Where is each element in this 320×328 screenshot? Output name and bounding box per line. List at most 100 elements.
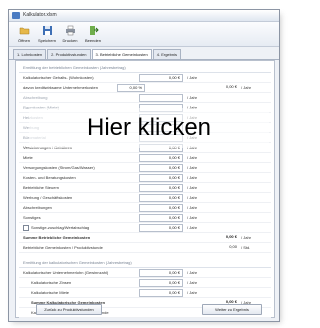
row-label-text: Betriebliche Steuern — [23, 185, 60, 190]
row-input-field[interactable]: 0,00 € — [139, 279, 183, 287]
window-title: Kalkulator.xlsm — [23, 12, 57, 18]
form-row: Abschreibungen 0,00 € / Jahr — [19, 203, 271, 213]
row-unit: / Jahr — [187, 270, 198, 275]
form-row: Kosten- und Beratungskosten 0,00 € / Jahr — [19, 173, 271, 183]
row-label: Abschreibung — [23, 94, 47, 101]
row-checkbox[interactable] — [23, 224, 29, 231]
row-value: 0,00 € — [225, 234, 237, 239]
row-unit: / Jahr — [187, 225, 198, 230]
row-label: Miete — [23, 154, 33, 161]
row-value: 0,00 — [229, 244, 237, 249]
folder-open-icon — [19, 27, 29, 35]
row-unit: / Jahr — [241, 85, 252, 90]
row-unit: / Jahr — [187, 155, 198, 160]
row-unit: / Std. — [241, 245, 251, 250]
row-unit: / Jahr — [241, 235, 252, 240]
row-label-text: Miete — [23, 155, 33, 160]
row-unit: / Jahr — [187, 195, 198, 200]
row-unit: / Jahr — [187, 95, 198, 100]
row-label: Betriebliche Gemeinkosten / Produktivstu… — [23, 244, 103, 251]
row-label-text: davon kreditwirksame Unternehmerkosten — [23, 85, 98, 90]
back-button[interactable]: Zurück zu Produktivstunden — [36, 304, 102, 315]
row-label-text: Sonstige-zuschlag/Wertabschlag — [31, 225, 90, 230]
form-row: Kalkulatorische Zinsen 0,00 € / Jahr — [19, 278, 271, 288]
row-label-text: Sonstiges — [23, 215, 41, 220]
row-percent-field[interactable]: 0,00 % — [117, 84, 145, 92]
row-input-field[interactable]: 0,00 € — [139, 289, 183, 297]
row-label: Abschreibungen — [23, 204, 52, 211]
form-row: Versorgungskosten (Strom/Gas/Wasser) 0,00… — [19, 163, 271, 173]
row-input-field[interactable]: 0,00 € — [139, 154, 183, 162]
tab-gemeinkosten[interactable]: 3. Betriebliche Gemeinkosten — [91, 49, 152, 59]
row-label-text: Kalkulatorische Miete — [31, 290, 70, 295]
row-label-text: Kalkulatorischer Unternehmerlohn (Gewinn… — [23, 270, 109, 275]
toolbar: Öffnen Speichern Drucken Beenden — [9, 22, 279, 47]
app-window: Kalkulator.xlsm Öffnen Speichern Drucken… — [8, 9, 280, 322]
next-button[interactable]: Weiter zu Ergebnis — [202, 304, 262, 315]
row-label: Kalkulatorischer Unternehmerlohn (Gewinn… — [23, 269, 108, 276]
row-label: Betriebliche Steuern — [23, 184, 59, 191]
tab-produktivstunden[interactable]: 2. Produktivstunden — [47, 49, 91, 59]
row-unit: / Jahr — [187, 280, 198, 285]
row-input-field[interactable]: 0,00 € — [139, 269, 183, 277]
row-label-text: Betriebliche Gemeinkosten / Produktivstu… — [23, 245, 103, 250]
row-unit: / Jahr — [187, 215, 198, 220]
form-row: Betriebliche Gemeinkosten / Produktivstu… — [19, 243, 271, 253]
exit-button-label: Beenden — [84, 38, 101, 43]
row-input-field[interactable] — [139, 94, 183, 102]
row-input-field[interactable]: 0,00 € — [139, 214, 183, 222]
exit-icon — [89, 26, 99, 35]
row-label-text: Kosten- und Beratungskosten — [23, 175, 76, 180]
form-row: Sonstiges 0,00 € / Jahr — [19, 213, 271, 223]
form-row: Werbung / Geschäftskosten 0,00 € / Jahr — [19, 193, 271, 203]
print-button[interactable]: Drucken — [59, 22, 81, 46]
row-label-text: Summe Betriebliche Gemeinkosten — [23, 235, 91, 240]
form-row: Sonstige-zuschlag/Wertabschlag 0,00 € / Ja… — [19, 223, 271, 233]
row-label-text: Versorgungskosten (Strom/Gas/Wasser) — [23, 165, 95, 170]
row-label: Versorgungskosten (Strom/Gas/Wasser) — [23, 164, 95, 171]
tab-bar: 1. Lohnkosten 2. Produktivstunden 3. Bet… — [9, 49, 279, 60]
section-betriebliche-rows: Kalkulatorischer Gehalts- (Wohnkosten) 0,… — [16, 73, 274, 253]
row-label: Kalkulatorischer Gehalts- (Wohnkosten) — [23, 74, 94, 81]
open-button[interactable]: Öffnen — [13, 22, 35, 46]
row-unit: / Jahr — [187, 175, 198, 180]
row-label-text: Abschreibungen — [23, 205, 52, 210]
row-input-field[interactable]: 0,00 € — [139, 224, 183, 232]
content-panel: Ermittlung der betrieblichen Gemeinkoste… — [15, 60, 275, 318]
app-icon — [12, 12, 20, 19]
form-row: Kalkulatorischer Unternehmerlohn (Gewinn… — [19, 268, 271, 278]
section-title-betriebliche: Ermittlung der betrieblichen Gemeinkoste… — [19, 63, 271, 73]
form-row: Miete 0,00 € / Jahr — [19, 153, 271, 163]
row-input-field[interactable]: 0,00 € — [139, 194, 183, 202]
open-button-label: Öffnen — [18, 38, 30, 43]
row-label: Kalkulatorische Zinsen — [31, 279, 71, 286]
save-icon — [42, 26, 52, 35]
row-label-text: Werbung / Geschäftskosten — [23, 195, 73, 200]
row-unit: / Jahr — [187, 290, 198, 295]
row-input-field[interactable]: 0,00 € — [139, 184, 183, 192]
row-unit: / Jahr — [187, 165, 198, 170]
form-row: Summe Betriebliche Gemeinkosten 0,00 € / J… — [19, 233, 271, 243]
save-button-label: Speichern — [37, 38, 56, 43]
form-row: davon kreditwirksame Unternehmerkosten 0,… — [19, 83, 271, 93]
row-unit: / Jahr — [187, 75, 198, 80]
title-bar: Kalkulator.xlsm — [9, 10, 279, 22]
form-row: Betriebliche Steuern 0,00 € / Jahr — [19, 183, 271, 193]
row-input-field[interactable]: 0,00 € — [139, 164, 183, 172]
row-label: Kosten- und Beratungskosten — [23, 174, 76, 181]
row-unit: / Jahr — [187, 185, 198, 190]
row-label: Sonstiges — [23, 214, 41, 221]
exit-button[interactable]: Beenden — [82, 22, 104, 46]
row-input-field[interactable]: 0,00 € — [139, 174, 183, 182]
tab-ergebnis[interactable]: 4. Ergebnis — [152, 49, 181, 59]
print-button-label: Drucken — [62, 38, 78, 43]
row-input-field[interactable]: 0,00 € — [139, 74, 183, 82]
printer-icon — [65, 25, 75, 36]
row-unit: / Jahr — [187, 205, 198, 210]
save-button[interactable]: Speichern — [36, 22, 58, 46]
row-label-text: Kalkulatorischer Gehalts- (Wohnkosten) — [23, 75, 94, 80]
click-here-overlay[interactable]: Hier klicken — [29, 108, 269, 148]
row-value: 0,00 € — [225, 84, 237, 89]
row-input-field[interactable]: 0,00 € — [139, 204, 183, 212]
tab-lohnkosten[interactable]: 1. Lohnkosten — [13, 49, 47, 59]
